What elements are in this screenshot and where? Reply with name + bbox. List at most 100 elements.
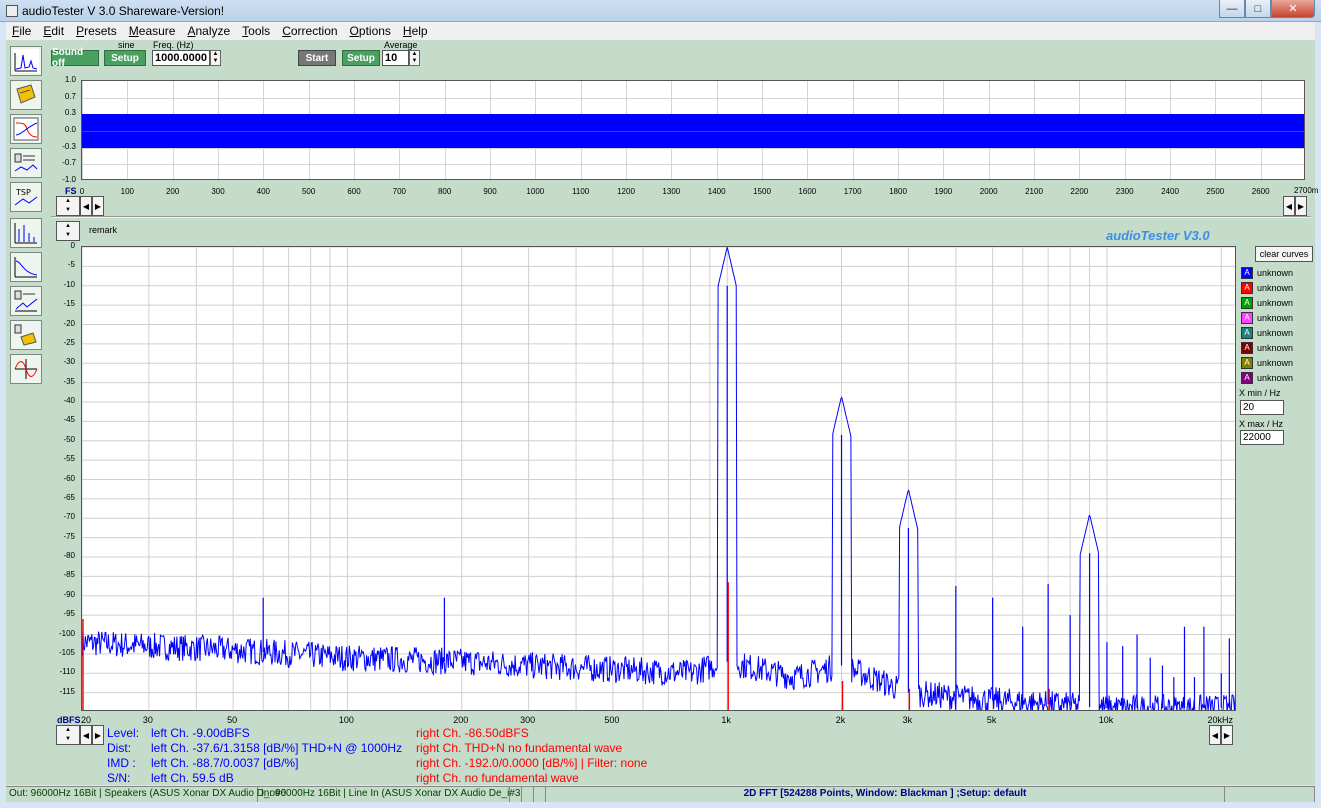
scope-x-tick: 2100 bbox=[1025, 187, 1043, 196]
svg-text:TSP: TSP bbox=[15, 188, 31, 197]
curve-color-swatch[interactable]: A bbox=[1241, 371, 1253, 384]
curve-color-swatch[interactable]: A bbox=[1241, 281, 1253, 294]
menu-bar: File Edit Presets Measure Analyze Tools Correc… bbox=[6, 22, 1315, 40]
menu-presets[interactable]: Presets bbox=[70, 24, 123, 38]
speaker-impedance-tool-icon[interactable] bbox=[10, 286, 42, 316]
fft-scroll-right-button[interactable]: ▶ bbox=[92, 725, 104, 745]
fft-y-tick: -35 bbox=[63, 376, 75, 386]
scope-scroll-right-button[interactable]: ▶ bbox=[92, 196, 104, 216]
fft-y-tick: -30 bbox=[63, 357, 75, 367]
generator-setup-button[interactable]: Setup bbox=[104, 50, 146, 66]
xmin-label: X min / Hz bbox=[1239, 388, 1281, 398]
curve-legend-row[interactable]: Aunknown bbox=[1241, 356, 1293, 369]
curve-legend-row[interactable]: Aunknown bbox=[1241, 341, 1293, 354]
frequency-input[interactable]: 1000.0000 bbox=[152, 50, 210, 66]
scope-x-right-button[interactable]: ▶ bbox=[1295, 196, 1307, 216]
curve-legend-row[interactable]: Aunknown bbox=[1241, 266, 1293, 279]
fft-y-tick: -105 bbox=[58, 647, 75, 657]
menu-accelerator: M bbox=[128, 24, 139, 38]
average-stepper[interactable]: ▲ ▼ bbox=[409, 50, 420, 66]
status-fft-info: 2D FFT [524288 Points, Window: Blackman … bbox=[546, 787, 1225, 802]
filter-response-tool-icon[interactable] bbox=[10, 252, 42, 282]
speaker-measure-tool-icon[interactable] bbox=[10, 148, 42, 178]
close-button[interactable]: ✕ bbox=[1271, 0, 1315, 18]
fft-x-left-button[interactable]: ◀ bbox=[1209, 725, 1221, 745]
fft-x-tick: 10k bbox=[1098, 715, 1114, 725]
status-cell-empty-2 bbox=[522, 787, 534, 802]
fft-y-tick: -90 bbox=[63, 589, 75, 599]
start-button[interactable]: Start bbox=[298, 50, 336, 66]
sound-toggle-button[interactable]: Sound off bbox=[51, 47, 99, 69]
fft-analyzer-tool-icon[interactable] bbox=[10, 46, 42, 76]
fft-plot[interactable] bbox=[81, 246, 1236, 711]
menu-accelerator: C bbox=[282, 24, 291, 38]
left-toolbar: TSP bbox=[10, 46, 44, 388]
curve-legend-row[interactable]: Aunknown bbox=[1241, 326, 1293, 339]
menu-help[interactable]: Help bbox=[397, 24, 434, 38]
minimize-button[interactable]: — bbox=[1219, 0, 1245, 18]
clear-curves-button[interactable]: clear curves bbox=[1255, 246, 1313, 262]
speaker-generator-tool-icon[interactable] bbox=[10, 320, 42, 350]
analyzer-setup-button[interactable]: Setup bbox=[342, 50, 380, 66]
menu-analyze[interactable]: Analyze bbox=[181, 24, 236, 38]
menu-tools[interactable]: Tools bbox=[236, 24, 276, 38]
status-input-device: In: 96000Hz 16Bit | Line In (ASUS Xonar … bbox=[258, 787, 520, 802]
scope-zoom-stepper[interactable]: ▲ ▼ bbox=[56, 196, 80, 216]
fft-y-tick: -25 bbox=[63, 337, 75, 347]
fft-x-tick: 500 bbox=[604, 715, 620, 725]
maximize-button[interactable]: □ bbox=[1245, 0, 1271, 18]
curve-legend-row[interactable]: Aunknown bbox=[1241, 371, 1293, 384]
generator-tool-icon[interactable] bbox=[10, 80, 42, 110]
scope-x-tick: 1800 bbox=[889, 187, 907, 196]
fft-x-tick: 200 bbox=[453, 715, 469, 725]
menu-file[interactable]: File bbox=[6, 24, 37, 38]
fft-y-stepper[interactable]: ▲ ▼ bbox=[56, 221, 80, 241]
fft-x-right-button[interactable]: ▶ bbox=[1221, 725, 1233, 745]
curve-color-swatch[interactable]: A bbox=[1241, 296, 1253, 309]
window-controls: — □ ✕ bbox=[1219, 0, 1315, 19]
scope-y-tick: -0.7 bbox=[62, 158, 76, 168]
tsp-tool-icon[interactable]: TSP bbox=[10, 182, 42, 212]
menu-label-rest: ile bbox=[19, 24, 32, 38]
menu-measure[interactable]: Measure bbox=[123, 24, 182, 38]
menu-edit[interactable]: Edit bbox=[37, 24, 70, 38]
scope-zero-line bbox=[82, 131, 1304, 132]
measurement-left-value: left Ch. -9.00dBFS bbox=[151, 726, 250, 740]
fft-y-tick: -15 bbox=[63, 299, 75, 309]
curve-color-swatch[interactable]: A bbox=[1241, 266, 1253, 279]
panel-separator bbox=[51, 216, 1311, 218]
xmin-input[interactable]: 20 bbox=[1240, 400, 1284, 415]
curve-legend-row[interactable]: Aunknown bbox=[1241, 296, 1293, 309]
menu-label-rest: nalyze bbox=[195, 24, 231, 38]
menu-options[interactable]: Options bbox=[344, 24, 397, 38]
menu-correction[interactable]: Correction bbox=[276, 24, 343, 38]
scope-x-tick: 1200 bbox=[617, 187, 635, 196]
curve-legend-row[interactable]: Aunknown bbox=[1241, 281, 1293, 294]
scope-x-tick: 1900 bbox=[934, 187, 953, 196]
measurement-left-value: left Ch. -37.6/1.3158 [dB/%] THD+N @ 100… bbox=[151, 741, 403, 755]
curve-color-swatch[interactable]: A bbox=[1241, 356, 1253, 369]
average-input[interactable]: 10 bbox=[382, 50, 409, 66]
fft-chart bbox=[82, 247, 1235, 710]
frequency-response-tool-icon[interactable] bbox=[10, 114, 42, 144]
curve-color-swatch[interactable]: A bbox=[1241, 326, 1253, 339]
fft-y-tick: -100 bbox=[58, 628, 75, 638]
oscilloscope-tool-icon[interactable] bbox=[10, 354, 42, 384]
curve-legend-row[interactable]: Aunknown bbox=[1241, 311, 1293, 324]
fft-zoom-stepper[interactable]: ▲ ▼ bbox=[56, 725, 80, 745]
measurement-right-value: right Ch. -192.0/0.0000 [dB/%] | Filter:… bbox=[416, 756, 648, 770]
scope-x-tick: 800 bbox=[437, 187, 452, 196]
xmax-input[interactable]: 22000 bbox=[1240, 430, 1284, 445]
title-bar: audioTester V 3.0 Shareware-Version! — □… bbox=[0, 0, 1321, 22]
curve-color-swatch[interactable]: A bbox=[1241, 341, 1253, 354]
frequency-stepper[interactable]: ▲ ▼ bbox=[210, 50, 221, 66]
spectrum-tool-icon[interactable] bbox=[10, 218, 42, 248]
time-domain-scope[interactable] bbox=[81, 80, 1307, 180]
curve-color-swatch[interactable]: A bbox=[1241, 311, 1253, 324]
scope-scroll-left-button[interactable]: ◀ bbox=[80, 196, 92, 216]
scope-x-left-button[interactable]: ◀ bbox=[1283, 196, 1295, 216]
fft-scroll-left-button[interactable]: ◀ bbox=[80, 725, 92, 745]
measurement-left-value: left Ch. -88.7/0.0037 [dB/%] bbox=[151, 756, 299, 770]
scope-x-tick: 300 bbox=[211, 187, 225, 196]
curve-name: unknown bbox=[1257, 312, 1294, 323]
